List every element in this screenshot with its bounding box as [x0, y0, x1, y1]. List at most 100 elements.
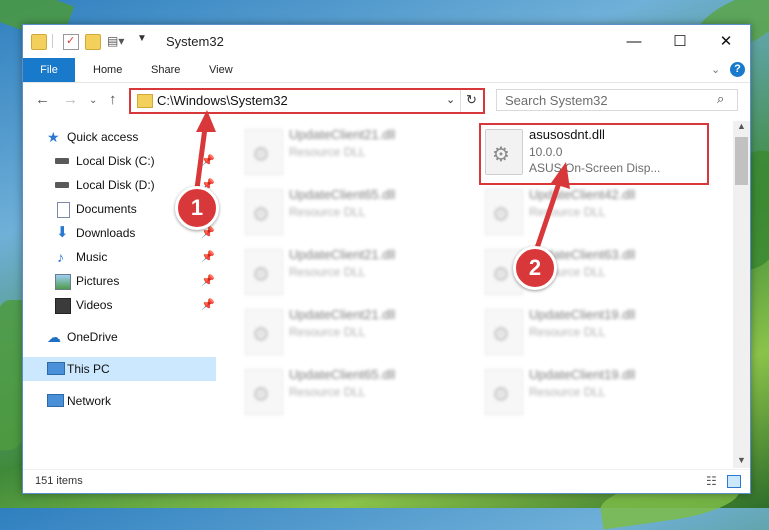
sidebar-item-label: Documents [76, 202, 137, 216]
sidebar-item-network[interactable]: Network [23, 389, 216, 413]
close-icon[interactable]: ✕ [703, 25, 749, 58]
ribbon: File Home Share View ⌄ ? [23, 58, 750, 83]
large-icons-view-icon[interactable] [727, 475, 741, 488]
folder-icon [31, 34, 47, 50]
file-name: UpdateClient65.dll [289, 367, 396, 382]
scroll-up-icon[interactable]: ▲ [737, 121, 746, 131]
network-icon [47, 394, 64, 407]
sidebar-item-this-pc[interactable]: This PC [23, 357, 216, 381]
sidebar-item-label: Local Disk (D:) [76, 178, 155, 192]
scroll-down-icon[interactable]: ▼ [737, 455, 746, 465]
dll-file-icon: ⚙ [485, 189, 523, 235]
file-name: UpdateClient19.dll [529, 307, 636, 322]
sidebar-item-label: This PC [67, 362, 110, 376]
pictures-icon [55, 274, 71, 290]
recent-locations-icon[interactable]: ⌄ [89, 95, 97, 106]
folder-icon [137, 94, 153, 108]
dll-file-icon: ⚙ [485, 309, 523, 355]
new-folder-icon[interactable] [85, 34, 101, 50]
file-tile[interactable]: ⚙ UpdateClient42.dll Resource DLL [479, 185, 707, 241]
details-view-icon[interactable]: ☷ [706, 474, 717, 488]
navigation-pane: ★ Quick access Local Disk (C:) 📌 Local D… [23, 121, 216, 461]
tab-home[interactable]: Home [93, 58, 122, 82]
sidebar-item-label: Downloads [76, 226, 136, 240]
address-dropdown-icon[interactable]: ⌄ [446, 93, 455, 106]
file-tile[interactable]: ⚙ UpdateClient19.dll Resource DLL [479, 305, 707, 361]
file-type: Resource DLL [289, 145, 366, 159]
divider [460, 90, 461, 112]
tab-view[interactable]: View [209, 58, 233, 82]
file-tile[interactable]: ⚙ UpdateClient21.dll Resource DLL [239, 125, 467, 181]
file-tile[interactable]: ⚙ UpdateClient19.dll Resource DLL [479, 365, 707, 421]
file-name: UpdateClient42.dll [529, 187, 636, 202]
videos-icon [55, 298, 71, 314]
cloud-icon: ☁ [47, 329, 61, 345]
file-name: UpdateClient21.dll [289, 127, 396, 142]
highlight-box [479, 123, 709, 185]
dll-file-icon: ⚙ [245, 189, 283, 235]
star-icon: ★ [47, 129, 60, 145]
vertical-scrollbar[interactable]: ▲ ▼ [733, 121, 750, 468]
file-tile[interactable]: ⚙ UpdateClient21.dll Resource DLL [239, 305, 467, 361]
step-1-badge: 1 [175, 186, 219, 230]
dll-file-icon: ⚙ [245, 129, 283, 175]
dll-file-icon: ⚙ [245, 309, 283, 355]
file-type: Resource DLL [529, 205, 606, 219]
sidebar-item-label: Quick access [67, 130, 139, 144]
refresh-icon[interactable]: ↻ [466, 92, 477, 108]
drive-icon [55, 182, 69, 188]
customize-quick-access-icon[interactable]: ▤▾ [107, 34, 124, 48]
downloads-icon: ⬇ [56, 224, 69, 241]
item-count: 151 items [35, 475, 83, 487]
up-icon[interactable]: ↑ [109, 91, 117, 108]
expand-ribbon-icon[interactable]: ⌄ [711, 63, 720, 76]
scroll-thumb[interactable] [735, 137, 748, 185]
file-type: Resource DLL [529, 325, 606, 339]
music-icon: ♪ [57, 249, 64, 265]
drive-icon [55, 158, 69, 164]
file-type: Resource DLL [289, 385, 366, 399]
tab-share[interactable]: Share [151, 58, 180, 82]
address-bar[interactable]: C:\Windows\System32 ⌄ ↻ [129, 88, 485, 114]
title-bar: ✓ ▤▾ ▼ System32 — ☐ ✕ [23, 25, 750, 58]
file-type: Resource DLL [289, 325, 366, 339]
status-bar: 151 items ☷ [23, 469, 750, 493]
properties-icon[interactable]: ✓ [63, 34, 79, 50]
sidebar-item-label: Network [67, 394, 112, 408]
pin-icon[interactable]: 📌 [201, 245, 215, 269]
pin-icon[interactable]: 📌 [201, 269, 215, 293]
sidebar-item-local-disk-c[interactable]: Local Disk (C:) 📌 [23, 149, 216, 173]
sidebar-item-label: OneDrive [67, 330, 118, 344]
file-tile[interactable]: ⚙ UpdateClient65.dll Resource DLL [239, 365, 467, 421]
pin-icon[interactable]: 📌 [201, 293, 215, 317]
computer-icon [47, 362, 65, 375]
back-icon[interactable]: ← [35, 91, 50, 108]
sidebar-item-label: Music [76, 250, 108, 264]
sidebar-item-quick-access[interactable]: ★ Quick access [23, 125, 216, 149]
file-explorer-window: ✓ ▤▾ ▼ System32 — ☐ ✕ File Home Share Vi… [22, 24, 751, 494]
quick-access-dropdown-icon[interactable]: ▼ [137, 33, 147, 44]
search-icon[interactable]: ⌕ [717, 91, 724, 107]
step-2-badge: 2 [513, 246, 557, 290]
forward-icon[interactable]: → [63, 91, 78, 108]
file-tile[interactable]: ⚙ UpdateClient65.dll Resource DLL [239, 185, 467, 241]
minimize-icon[interactable]: — [611, 25, 657, 58]
file-tile[interactable]: ⚙ UpdateClient21.dll Resource DLL [239, 245, 467, 301]
dll-file-icon: ⚙ [245, 369, 283, 415]
search-input[interactable]: Search System32 [505, 93, 608, 108]
sidebar-item-videos[interactable]: Videos 📌 [23, 293, 216, 317]
maximize-icon[interactable]: ☐ [657, 25, 703, 58]
tab-file[interactable]: File [23, 58, 75, 82]
sidebar-item-pictures[interactable]: Pictures 📌 [23, 269, 216, 293]
sidebar-item-label: Pictures [76, 274, 120, 288]
address-path: C:\Windows\System32 [157, 93, 288, 108]
file-name: UpdateClient65.dll [289, 187, 396, 202]
help-icon[interactable]: ? [730, 62, 745, 77]
file-name: UpdateClient21.dll [289, 307, 396, 322]
dll-file-icon: ⚙ [485, 369, 523, 415]
documents-icon [57, 202, 70, 218]
pin-icon[interactable]: 📌 [201, 149, 215, 173]
sidebar-item-music[interactable]: ♪ Music 📌 [23, 245, 216, 269]
sidebar-item-onedrive[interactable]: ☁ OneDrive [23, 325, 216, 349]
search-box[interactable]: Search System32 ⌕ [496, 89, 738, 111]
